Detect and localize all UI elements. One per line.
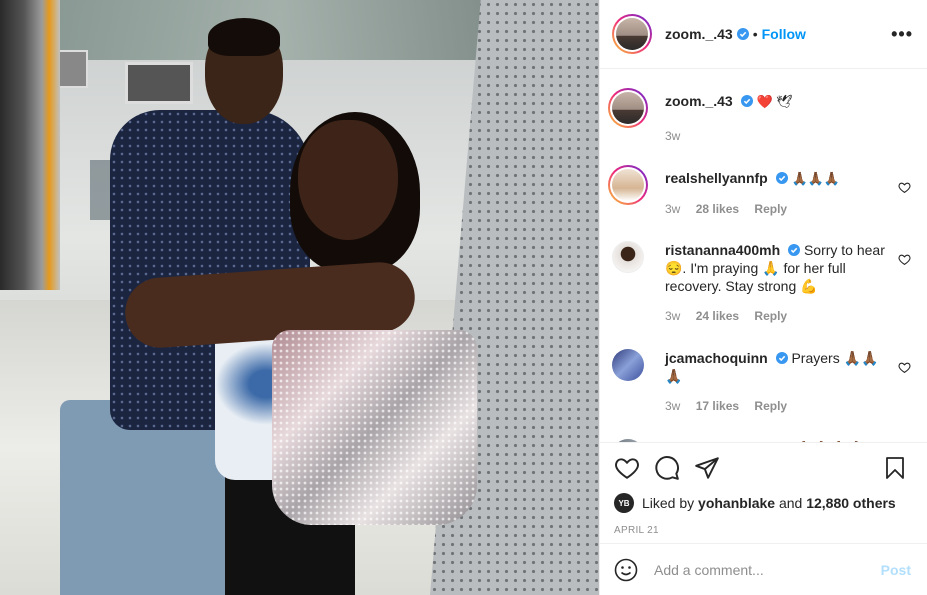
comment-username[interactable]: ristananna400mh — [665, 242, 780, 258]
verified-badge-icon — [775, 352, 788, 364]
post-side-panel: zoom._.43 • Follow ••• zoom._.43 ❤️ 🕊 3w… — [599, 0, 927, 595]
like-comment-heart-icon[interactable] — [898, 361, 911, 374]
comment-avatar[interactable] — [612, 349, 644, 381]
like-comment-heart-icon[interactable] — [898, 181, 911, 194]
like-heart-icon[interactable] — [614, 455, 640, 481]
instagram-post: zoom._.43 • Follow ••• zoom._.43 ❤️ 🕊 3w… — [0, 0, 927, 595]
comment-username[interactable]: realshellyannfp — [665, 170, 768, 186]
likes-summary: YB Liked by yohanblake and 12,880 others — [614, 493, 911, 513]
caption-time[interactable]: 3w — [665, 129, 680, 143]
post-comment-button[interactable]: Post — [881, 562, 911, 578]
comments-list[interactable]: zoom._.43 ❤️ 🕊 3w realshellyannfp 🙏🏾🙏🏾🙏🏾… — [600, 70, 927, 442]
comment-input[interactable] — [654, 561, 881, 578]
emoji-smiley-icon[interactable] — [614, 558, 638, 582]
caption-username[interactable]: zoom._.43 — [665, 93, 733, 109]
comment-avatar[interactable] — [612, 241, 644, 273]
add-comment-bar: Post — [600, 543, 927, 595]
comment-time[interactable]: 3w — [665, 309, 680, 323]
caption-avatar[interactable] — [608, 88, 648, 128]
post-date[interactable]: APRIL 21 — [614, 525, 911, 536]
comment-text: 🙏🏾🙏🏾🙏🏾 — [791, 171, 841, 186]
verified-badge-icon — [775, 172, 788, 184]
like-comment-heart-icon[interactable] — [898, 253, 911, 266]
comment-time[interactable]: 3w — [665, 399, 680, 413]
photo-sign — [58, 50, 88, 88]
photo-woman-head — [298, 120, 398, 240]
comment-avatar[interactable] — [608, 165, 648, 205]
photo-left-pillar — [0, 0, 60, 290]
likes-count[interactable]: 12,880 others — [806, 495, 896, 511]
comment-likes[interactable]: 24 likes — [696, 309, 739, 323]
post-header: zoom._.43 • Follow ••• — [600, 0, 927, 69]
author-avatar[interactable] — [612, 14, 652, 54]
caption: zoom._.43 ❤️ 🕊 3w — [608, 88, 911, 145]
follow-button[interactable]: Follow — [762, 26, 806, 42]
photo-man-hair — [208, 18, 280, 56]
verified-badge-icon — [740, 95, 753, 107]
likes-prefix: Liked by — [642, 495, 695, 511]
post-actions: YB Liked by yohanblake and 12,880 others… — [600, 442, 927, 536]
save-bookmark-icon[interactable] — [883, 455, 907, 481]
photo-monitor — [125, 62, 193, 104]
header-separator: • — [752, 26, 758, 42]
post-photo[interactable] — [0, 0, 599, 595]
comment-time[interactable]: 3w — [665, 202, 680, 216]
likes-middle: and — [778, 495, 803, 511]
comment-item: ristananna400mh Sorry to hear 😔. I'm pra… — [612, 241, 911, 325]
reply-button[interactable]: Reply — [754, 202, 787, 216]
verified-badge-icon — [788, 244, 801, 256]
share-paper-plane-icon[interactable] — [694, 455, 720, 481]
more-options-icon[interactable]: ••• — [891, 24, 913, 45]
comment-username[interactable]: jcamachoquinn — [665, 350, 768, 366]
comment-item: jcamachoquinn Prayers 🙏🏾🙏🏾🙏🏾 3w 17 likes… — [612, 349, 911, 415]
photo-sequin-bag — [272, 330, 477, 525]
liker-avatar[interactable]: YB — [614, 493, 634, 513]
comment-item: realshellyannfp 🙏🏾🙏🏾🙏🏾 3w 28 likes Reply — [608, 165, 911, 218]
caption-text: ❤️ 🕊 — [756, 94, 793, 109]
comment-bubble-icon[interactable] — [654, 455, 680, 481]
reply-button[interactable]: Reply — [754, 399, 787, 413]
author-username[interactable]: zoom._.43 — [665, 26, 733, 42]
comment-likes[interactable]: 28 likes — [696, 202, 739, 216]
comment-likes[interactable]: 17 likes — [696, 399, 739, 413]
reply-button[interactable]: Reply — [754, 309, 787, 323]
liker-username[interactable]: yohanblake — [698, 495, 775, 511]
verified-badge-icon — [736, 28, 749, 40]
